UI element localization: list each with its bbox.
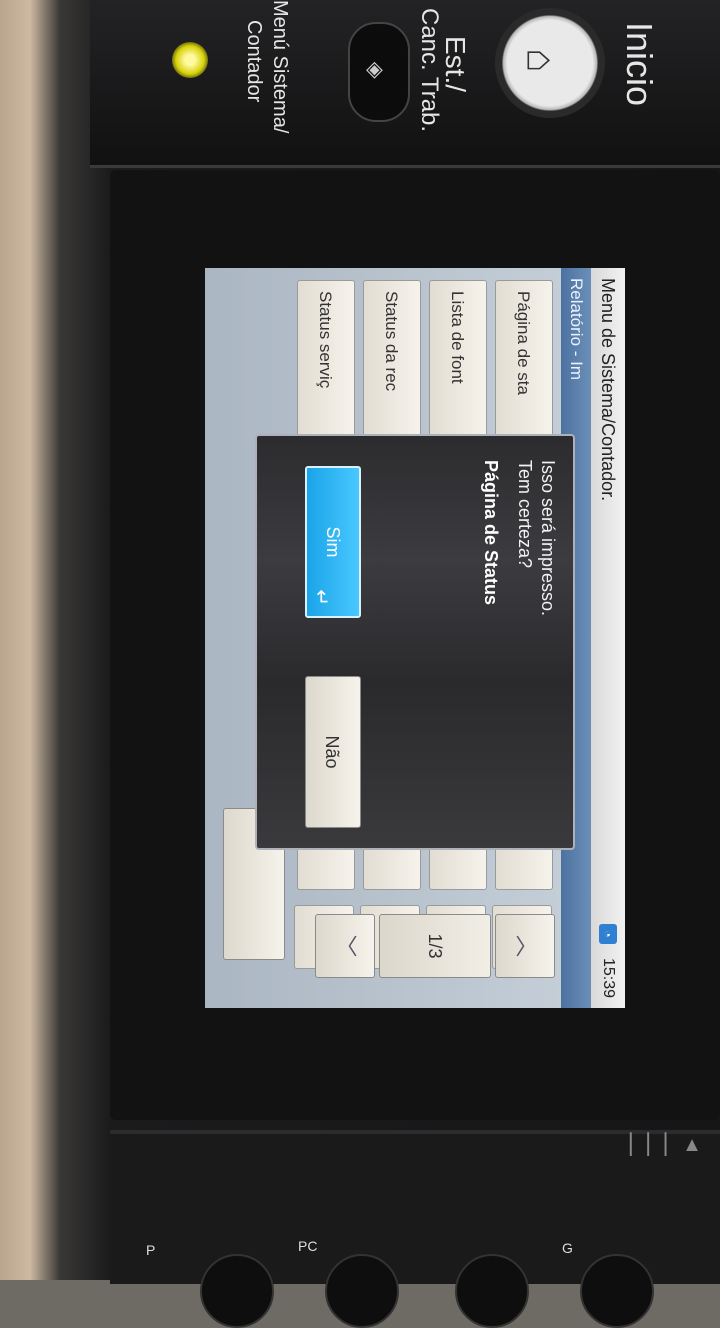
bottom-label-3: G [562, 1240, 573, 1256]
system-menu-label-line1: Menú Sistema/ [269, 0, 291, 134]
clock: 15:39 [600, 957, 617, 998]
wifi-icon: ◔ [599, 923, 617, 944]
ui-landscape: Menu de Sistema/Contador. ◔ 15:39 Relató… [205, 268, 625, 1008]
pager: ︿ 1/3 ﹀ [310, 914, 555, 978]
status-led [172, 42, 208, 78]
page-up-button[interactable]: ︿ [495, 914, 555, 978]
dialog-message-line1: Isso será impresso. [538, 460, 558, 617]
hardware-button[interactable] [455, 1254, 529, 1328]
hardware-button[interactable] [580, 1254, 654, 1328]
bottom-label-2: PC [298, 1238, 318, 1254]
list-item-label: Lista de font [448, 291, 467, 384]
diamond-icon: ◈ [366, 56, 383, 81]
status-label-line1: Est./ [440, 36, 471, 93]
confirm-dialog: Isso será impresso. Tem certeza? Página … [255, 434, 575, 850]
page-indicator: 1/3 [379, 914, 491, 978]
header-title: Menu de Sistema/Contador. [598, 278, 619, 502]
dialog-message: Isso será impresso. Tem certeza? [513, 460, 559, 616]
list-item-label: Status da rec [382, 291, 401, 392]
no-label: Não [322, 735, 342, 769]
home-icon: ⌂ [518, 48, 563, 73]
status-label-line2: Canc. Trab. [416, 8, 443, 133]
yes-label: Sim [323, 526, 343, 558]
hardware-button[interactable] [200, 1254, 274, 1328]
bottom-label-1: P [146, 1242, 156, 1258]
control-panel-bottom: ▏▏▏▲ [110, 1130, 720, 1328]
chevron-up-icon: ︿ [513, 934, 538, 957]
yes-button[interactable]: Sim ↵ [305, 466, 361, 618]
header-bar: Menu de Sistema/Contador. ◔ 15:39 [590, 268, 625, 1008]
touchscreen: Menu de Sistema/Contador. ◔ 15:39 Relató… [205, 268, 625, 1008]
hardware-button[interactable] [325, 1254, 399, 1328]
home-button[interactable]: ⌂ [495, 8, 605, 118]
system-menu-label-line2: Contador [243, 20, 265, 103]
no-button[interactable]: Não [305, 676, 361, 828]
home-label: Inicio [619, 22, 660, 107]
panel-ridge-icon: ▏▏▏▲ [630, 1134, 704, 1156]
chevron-down-icon: ﹀ [333, 934, 358, 957]
dialog-message-line2: Tem certeza? [515, 460, 535, 569]
status-job-cancel-button[interactable]: ◈ [348, 22, 410, 122]
list-item-label: Status serviç [316, 291, 335, 389]
enter-icon: ↵ [310, 589, 332, 606]
page-down-button[interactable]: ﹀ [315, 914, 375, 978]
dialog-document-name: Página de Status [481, 460, 501, 606]
list-item-label: Página de sta [514, 291, 533, 395]
